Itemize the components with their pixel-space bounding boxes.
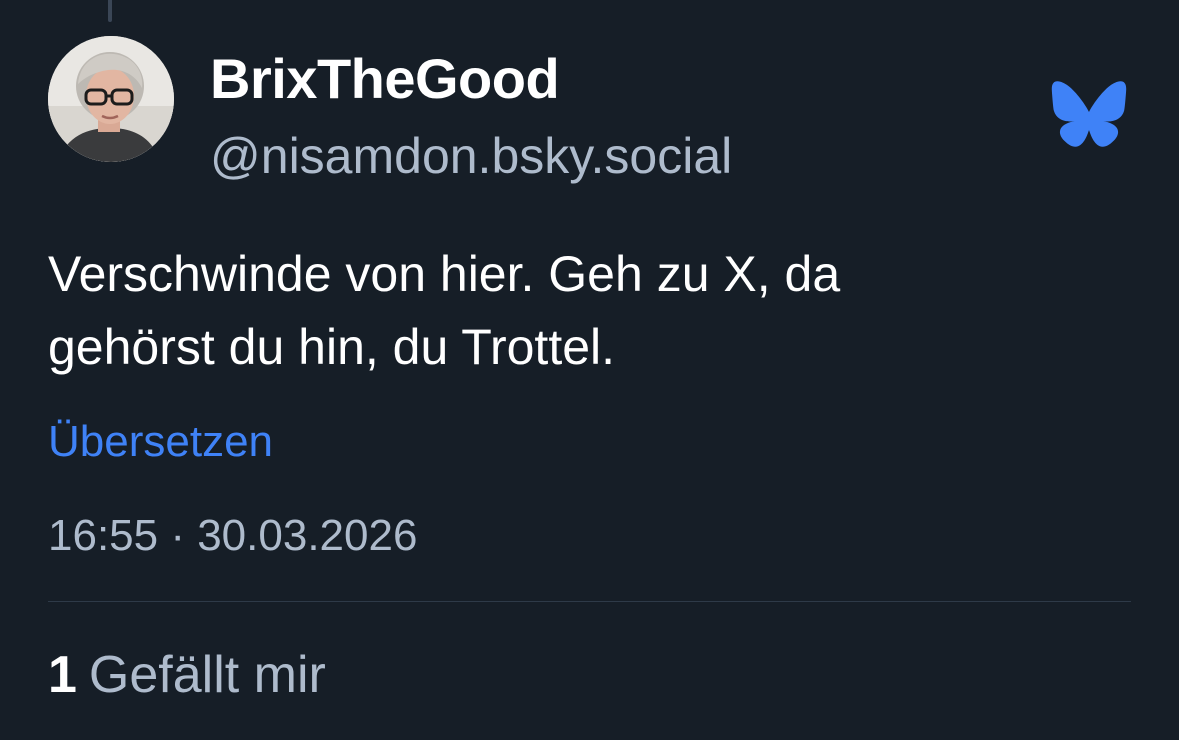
translate-link[interactable]: Übersetzen <box>48 414 273 470</box>
post-text: Verschwinde von hier. Geh zu X, da gehör… <box>48 238 1128 384</box>
author-display-name[interactable]: BrixTheGood <box>210 46 560 112</box>
avatar[interactable] <box>48 36 174 162</box>
post-text-line: Verschwinde von hier. Geh zu X, da <box>48 246 841 302</box>
avatar-image <box>48 36 174 162</box>
bluesky-butterfly-icon <box>1050 80 1128 148</box>
divider <box>48 601 1131 602</box>
likes-label: Gefällt mir <box>88 646 326 704</box>
likes-count-button[interactable]: 1 Gefällt mir <box>48 644 326 706</box>
author-handle[interactable]: @nisamdon.bsky.social <box>210 126 732 186</box>
post-timestamp: 16:55 · 30.03.2026 <box>48 511 418 560</box>
thread-connector-line <box>108 0 112 22</box>
post-text-line: gehörst du hin, du Trottel. <box>48 319 616 375</box>
likes-count: 1 <box>48 646 77 704</box>
